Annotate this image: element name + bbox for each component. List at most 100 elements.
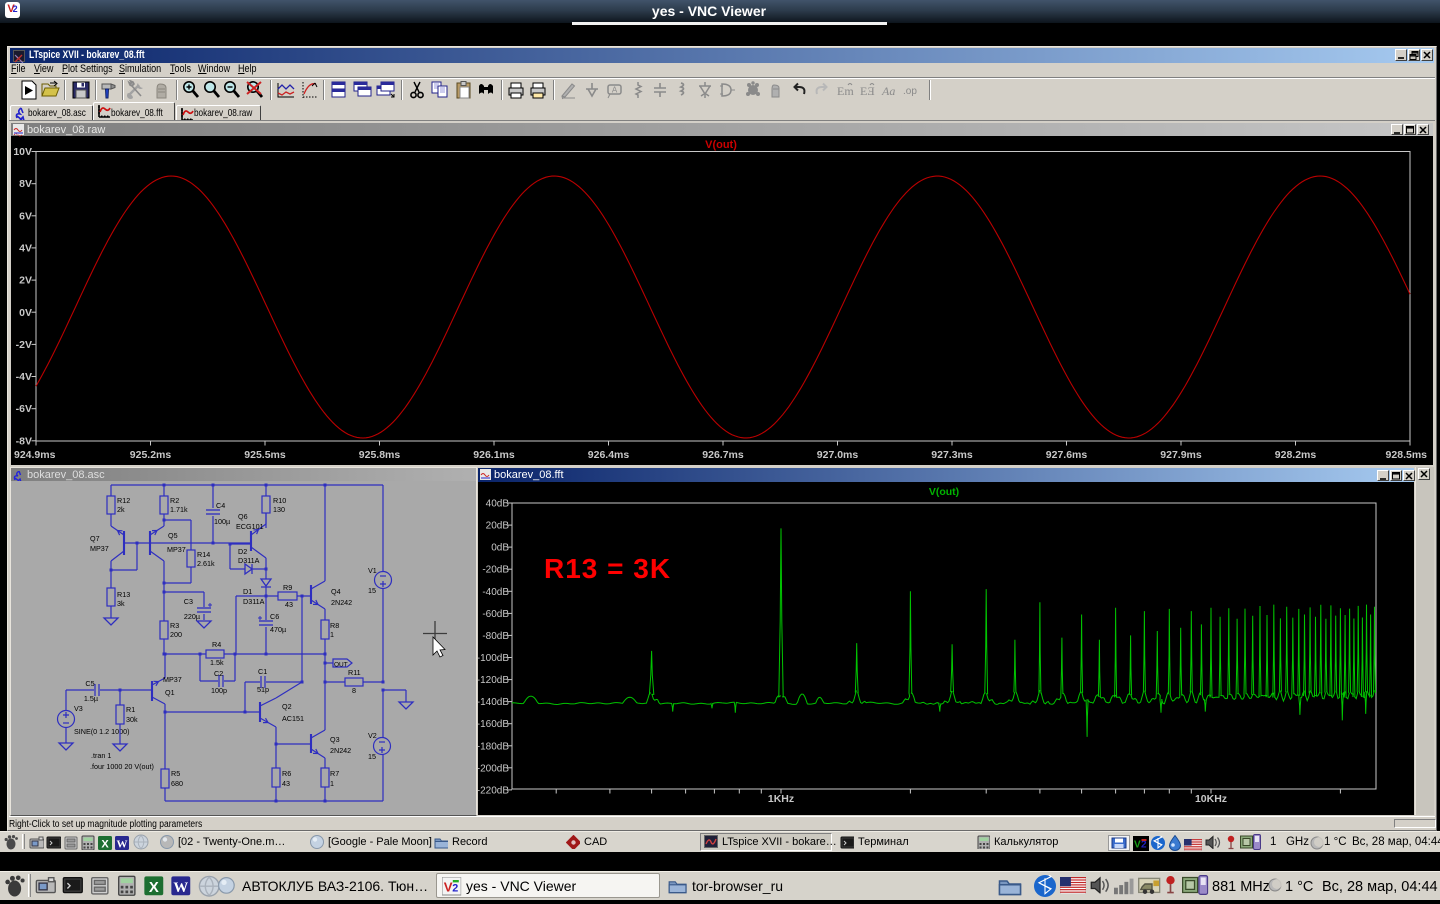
- svg-text:V: V: [1134, 840, 1141, 851]
- svg-text:2N242: 2N242: [331, 598, 352, 607]
- svg-text:R8: R8: [330, 621, 339, 630]
- svg-text:680: 680: [171, 779, 183, 788]
- svg-text:43: 43: [282, 779, 290, 788]
- svg-text:8: 8: [352, 686, 356, 695]
- svg-text:-180dB: -180dB: [478, 741, 509, 752]
- svg-text:C4: C4: [216, 501, 225, 510]
- svg-text:R6: R6: [282, 769, 291, 778]
- svg-text:925.2ms: 925.2ms: [130, 449, 172, 461]
- svg-text:D2: D2: [238, 547, 247, 556]
- svg-text:R1: R1: [126, 705, 135, 714]
- svg-text:2k: 2k: [117, 505, 125, 514]
- svg-text:-200dB: -200dB: [478, 763, 509, 774]
- svg-text:-60dB: -60dB: [482, 609, 509, 620]
- svg-text:AC151: AC151: [282, 714, 304, 723]
- svg-text:R9: R9: [283, 583, 292, 592]
- svg-text:4V: 4V: [19, 242, 32, 254]
- svg-text:924.9ms: 924.9ms: [14, 449, 56, 461]
- svg-text:8V: 8V: [19, 178, 32, 190]
- svg-text:15: 15: [368, 752, 376, 761]
- svg-text:6V: 6V: [19, 210, 32, 222]
- svg-text:-2V: -2V: [16, 339, 32, 351]
- svg-text:-100dB: -100dB: [478, 653, 509, 664]
- svg-text:W: W: [117, 839, 128, 851]
- svg-text:30k: 30k: [126, 715, 138, 724]
- svg-text:V(out): V(out): [705, 139, 737, 151]
- svg-text:-80dB: -80dB: [482, 631, 509, 642]
- svg-text:40dB: 40dB: [486, 499, 510, 510]
- svg-text:R5: R5: [171, 769, 180, 778]
- svg-text:MP37: MP37: [90, 544, 109, 553]
- svg-text:-220dB: -220dB: [478, 785, 509, 796]
- svg-text:927.3ms: 927.3ms: [931, 449, 973, 461]
- svg-text:2N242: 2N242: [330, 746, 351, 755]
- svg-text:R3: R3: [170, 621, 179, 630]
- svg-text:R12: R12: [117, 496, 130, 505]
- svg-text:R2: R2: [170, 496, 179, 505]
- svg-text:470µ: 470µ: [270, 625, 286, 634]
- svg-text:V3: V3: [74, 704, 83, 713]
- svg-text:926.1ms: 926.1ms: [473, 449, 515, 461]
- svg-text:1: 1: [330, 630, 334, 639]
- svg-text:C5: C5: [85, 679, 94, 688]
- svg-text:130: 130: [273, 505, 285, 514]
- svg-text:10KHz: 10KHz: [1195, 793, 1227, 805]
- svg-text:C6: C6: [270, 612, 279, 621]
- svg-text:Q2: Q2: [282, 702, 292, 711]
- svg-text:-40dB: -40dB: [482, 587, 509, 598]
- svg-text:2: 2: [452, 882, 458, 894]
- svg-text:1KHz: 1KHz: [768, 793, 794, 805]
- svg-text:V(out): V(out): [929, 486, 959, 498]
- svg-text:.four 1000 20 V(out): .four 1000 20 V(out): [90, 762, 154, 771]
- svg-text:C3: C3: [184, 597, 193, 606]
- svg-text:EƎ: EƎ: [860, 84, 875, 98]
- svg-text:X: X: [101, 839, 109, 851]
- svg-text:W: W: [173, 880, 188, 896]
- svg-text:927.0ms: 927.0ms: [817, 449, 859, 461]
- svg-text:925.5ms: 925.5ms: [244, 449, 286, 461]
- svg-text:.tran 1: .tran 1: [91, 751, 111, 760]
- svg-text:.op: .op: [903, 86, 917, 97]
- svg-text:1.5k: 1.5k: [210, 658, 224, 667]
- svg-text:3k: 3k: [117, 599, 125, 608]
- svg-text:928.2ms: 928.2ms: [1275, 449, 1317, 461]
- svg-text:926.4ms: 926.4ms: [588, 449, 630, 461]
- svg-text:20dB: 20dB: [486, 521, 510, 532]
- svg-text:D1: D1: [243, 587, 252, 596]
- svg-text:220µ: 220µ: [184, 612, 200, 621]
- svg-text:R14: R14: [197, 550, 210, 559]
- svg-text:51p: 51p: [257, 685, 269, 694]
- svg-text:-160dB: -160dB: [478, 719, 509, 730]
- svg-text:D311A: D311A: [238, 556, 260, 565]
- svg-text:R13 = 3K: R13 = 3K: [544, 553, 671, 584]
- svg-text:2: 2: [1141, 840, 1147, 851]
- svg-text:Q1: Q1: [165, 688, 175, 697]
- svg-text:V2: V2: [368, 731, 377, 740]
- svg-text:10V: 10V: [13, 146, 32, 158]
- svg-text:2.61k: 2.61k: [197, 559, 215, 568]
- svg-text:926.7ms: 926.7ms: [702, 449, 744, 461]
- svg-text:OUT: OUT: [334, 662, 348, 669]
- svg-text:X: X: [149, 880, 159, 896]
- svg-text:C1: C1: [258, 667, 267, 676]
- svg-text:SINE(0 1.2 1000): SINE(0 1.2 1000): [74, 727, 130, 736]
- svg-text:Q7: Q7: [90, 534, 100, 543]
- svg-text:2V: 2V: [19, 275, 32, 287]
- svg-text:1.71k: 1.71k: [170, 505, 188, 514]
- svg-text:R11: R11: [348, 668, 361, 677]
- svg-text:-120dB: -120dB: [478, 675, 509, 686]
- svg-text:V1: V1: [368, 566, 377, 575]
- svg-text:R13: R13: [117, 590, 130, 599]
- svg-text:-8V: -8V: [16, 435, 32, 447]
- svg-text:928.5ms: 928.5ms: [1386, 449, 1428, 461]
- svg-text:0V: 0V: [19, 307, 32, 319]
- svg-text:43: 43: [285, 600, 293, 609]
- svg-text:-4V: -4V: [16, 371, 32, 383]
- svg-text:-140dB: -140dB: [478, 697, 509, 708]
- svg-text:200: 200: [170, 630, 182, 639]
- svg-text:927.9ms: 927.9ms: [1160, 449, 1202, 461]
- svg-text:100µ: 100µ: [214, 517, 230, 526]
- svg-text:MP37: MP37: [167, 545, 186, 554]
- svg-text:1.5µ: 1.5µ: [84, 694, 98, 703]
- svg-text:D311A: D311A: [243, 597, 265, 606]
